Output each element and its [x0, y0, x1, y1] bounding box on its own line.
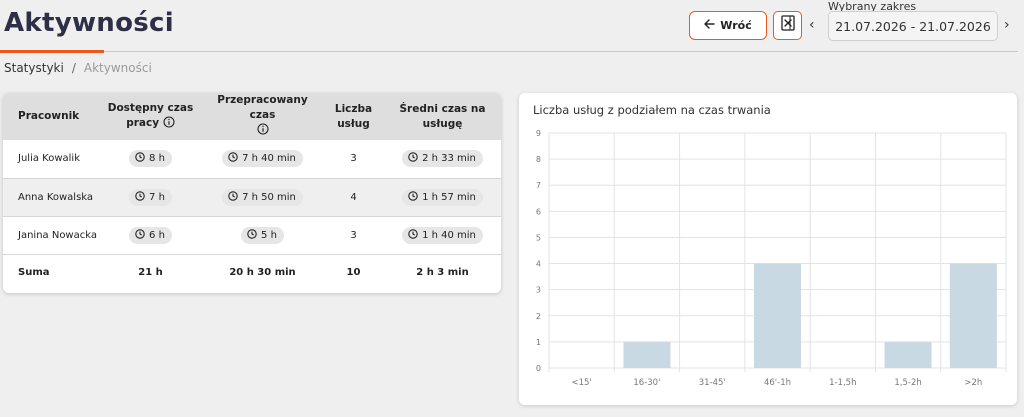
total-worked: 20 h 30 min — [229, 266, 296, 278]
worked-time-badge: 5 h — [241, 226, 284, 244]
clock-icon — [228, 152, 238, 165]
y-tick-label: 8 — [536, 155, 541, 164]
breadcrumb-current: Aktywności — [83, 61, 152, 75]
total-label: Suma — [18, 266, 50, 278]
average-time-badge: 1 h 40 min — [402, 226, 483, 244]
total-count: 10 — [346, 266, 361, 278]
y-tick-label: 7 — [536, 181, 541, 190]
clock-icon — [135, 152, 145, 165]
available-time-badge: 6 h — [129, 226, 172, 244]
range-prev-button[interactable]: ‹ — [809, 17, 815, 33]
y-tick-label: 9 — [536, 129, 541, 138]
header-count[interactable]: Liczba usług — [323, 93, 384, 140]
average-time-badge: 2 h 33 min — [402, 150, 483, 168]
x-tick-label: 1-1,5h — [829, 378, 856, 388]
breadcrumb-separator: / — [71, 61, 76, 75]
x-tick-label: <15' — [572, 378, 592, 388]
available-time-badge: 8 h — [129, 150, 172, 168]
back-button-label: Wróć — [720, 19, 752, 32]
employee-stats-table-card: Pracownik Dostępny czas pracy Przepracow… — [3, 93, 501, 293]
breadcrumb: Statystyki / Aktywności — [4, 61, 152, 75]
cell-employee: Janina Nowacka — [3, 216, 99, 255]
y-tick-label: 5 — [536, 233, 541, 242]
x-tick-label: 46'-1h — [764, 378, 791, 388]
header-worked[interactable]: Przepracowany czas — [202, 93, 323, 140]
excel-icon — [780, 15, 795, 36]
clock-icon — [135, 190, 145, 204]
employee-stats-table: Pracownik Dostępny czas pracy Przepracow… — [3, 93, 501, 290]
clock-icon — [408, 190, 418, 204]
bar — [753, 263, 802, 368]
y-tick-label: 3 — [536, 286, 541, 295]
bar — [949, 263, 997, 368]
date-range-field[interactable]: 21.07.2026 - 21.07.2026 — [828, 11, 998, 41]
total-available: 21 h — [138, 266, 163, 278]
clock-icon — [247, 228, 257, 242]
y-tick-label: 4 — [536, 260, 541, 269]
bar — [884, 341, 932, 368]
header-available[interactable]: Dostępny czas pracy — [99, 93, 202, 140]
y-tick-label: 6 — [536, 207, 541, 216]
breadcrumb-root[interactable]: Statystyki — [4, 61, 64, 75]
total-average: 2 h 3 min — [416, 266, 469, 278]
clock-icon — [408, 228, 418, 242]
cell-count: 4 — [323, 178, 384, 217]
excel-export-button[interactable] — [773, 11, 802, 40]
cell-count: 3 — [323, 140, 384, 179]
arrow-left-icon — [704, 19, 715, 32]
header-average[interactable]: Średni czas na usługę — [384, 93, 501, 140]
cell-employee: Julia Kowalik — [3, 140, 99, 179]
worked-time-badge: 7 h 40 min — [222, 150, 303, 168]
table-row[interactable]: Janina Nowacka 6 h 5 h 3 1 h 40 min — [3, 216, 501, 255]
cell-employee: Anna Kowalska — [3, 178, 99, 217]
table-row[interactable]: Julia Kowalik 8 h 7 h 40 min 3 2 h 33 mi… — [3, 140, 501, 179]
table-header-row: Pracownik Dostępny czas pracy Przepracow… — [3, 93, 501, 140]
title-accent-bar — [0, 50, 104, 53]
duration-bar-chart: 0 1 2 3 4 5 6 7 8 9 <15' 16-30' 31-45' 46'-1h 1-1,5h 1,… — [536, 129, 1007, 388]
title-divider — [0, 51, 1018, 52]
info-icon[interactable] — [163, 115, 175, 133]
y-tick-label: 2 — [536, 312, 541, 321]
x-tick-label: >2h — [964, 378, 982, 388]
clock-icon — [228, 190, 238, 204]
page-title: Aktywności — [4, 8, 174, 38]
available-time-badge: 7 h — [129, 188, 172, 206]
x-tick-label: 16-30' — [633, 378, 660, 388]
worked-time-badge: 7 h 50 min — [222, 188, 303, 206]
x-tick-label: 31-45' — [699, 378, 726, 388]
clock-icon — [408, 152, 418, 165]
info-icon[interactable] — [256, 123, 269, 140]
average-time-badge: 1 h 57 min — [402, 188, 483, 206]
header-employee[interactable]: Pracownik — [3, 93, 99, 140]
y-tick-label: 1 — [536, 338, 541, 347]
back-button[interactable]: Wróć — [689, 11, 767, 40]
table-total-row: Suma 21 h 20 h 30 min 10 2 h 3 min — [3, 254, 501, 290]
x-tick-label: 1,5-2h — [894, 378, 921, 388]
y-tick-label: 0 — [536, 364, 541, 373]
table-row[interactable]: Anna Kowalska 7 h 7 h 50 min 4 1 h 57 mi… — [3, 178, 501, 217]
duration-chart-card: Liczba usług z podziałem na czas trwania… — [519, 93, 1017, 405]
clock-icon — [135, 228, 145, 242]
range-next-button[interactable]: › — [1004, 17, 1010, 33]
bar — [623, 341, 671, 368]
cell-count: 3 — [323, 216, 384, 255]
